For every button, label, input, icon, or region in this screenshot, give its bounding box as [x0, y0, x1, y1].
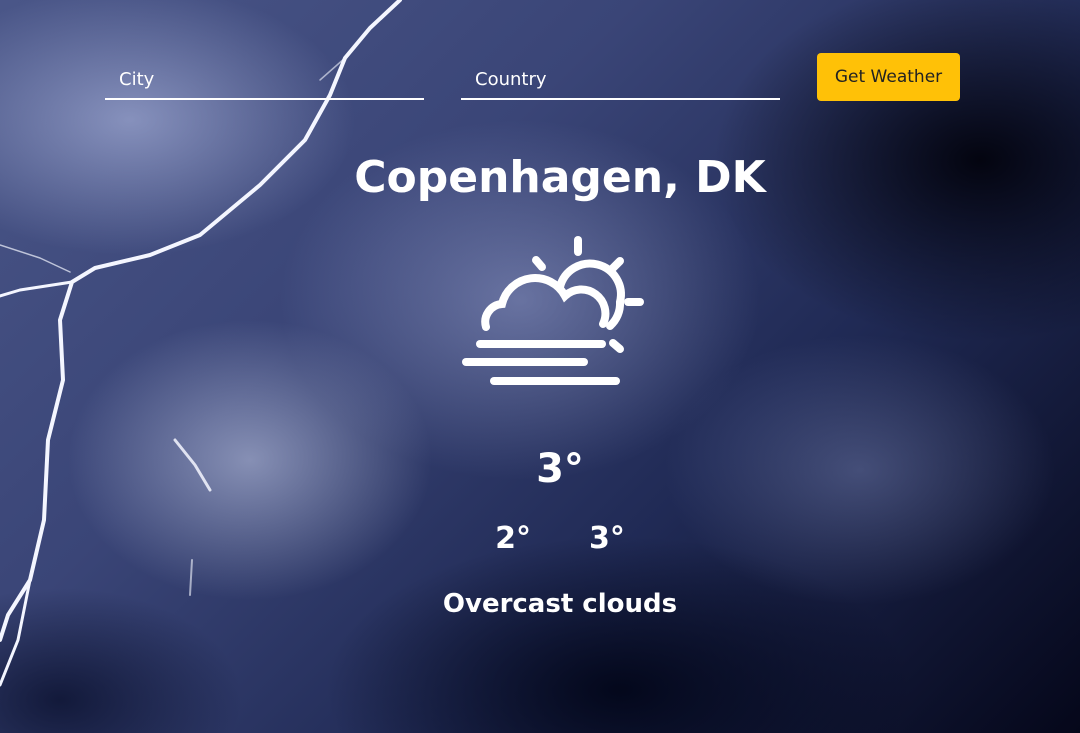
- current-temperature: 3°: [536, 446, 584, 492]
- min-temperature: 2°: [495, 521, 531, 556]
- max-temperature: 3°: [589, 521, 625, 556]
- min-max-temperatures: 2° 3°: [340, 520, 780, 558]
- location-title: Copenhagen, DK: [354, 152, 766, 203]
- city-input[interactable]: [105, 60, 424, 100]
- weather-search-form: Get Weather: [105, 52, 960, 102]
- partly-cloudy-fog-icon: [460, 234, 660, 394]
- weather-description: Overcast clouds: [442, 589, 678, 619]
- get-weather-button[interactable]: Get Weather: [817, 53, 960, 101]
- country-input[interactable]: [461, 60, 780, 100]
- weather-card: Copenhagen, DK 3° 2° 3° Overcast clouds: [340, 150, 780, 620]
